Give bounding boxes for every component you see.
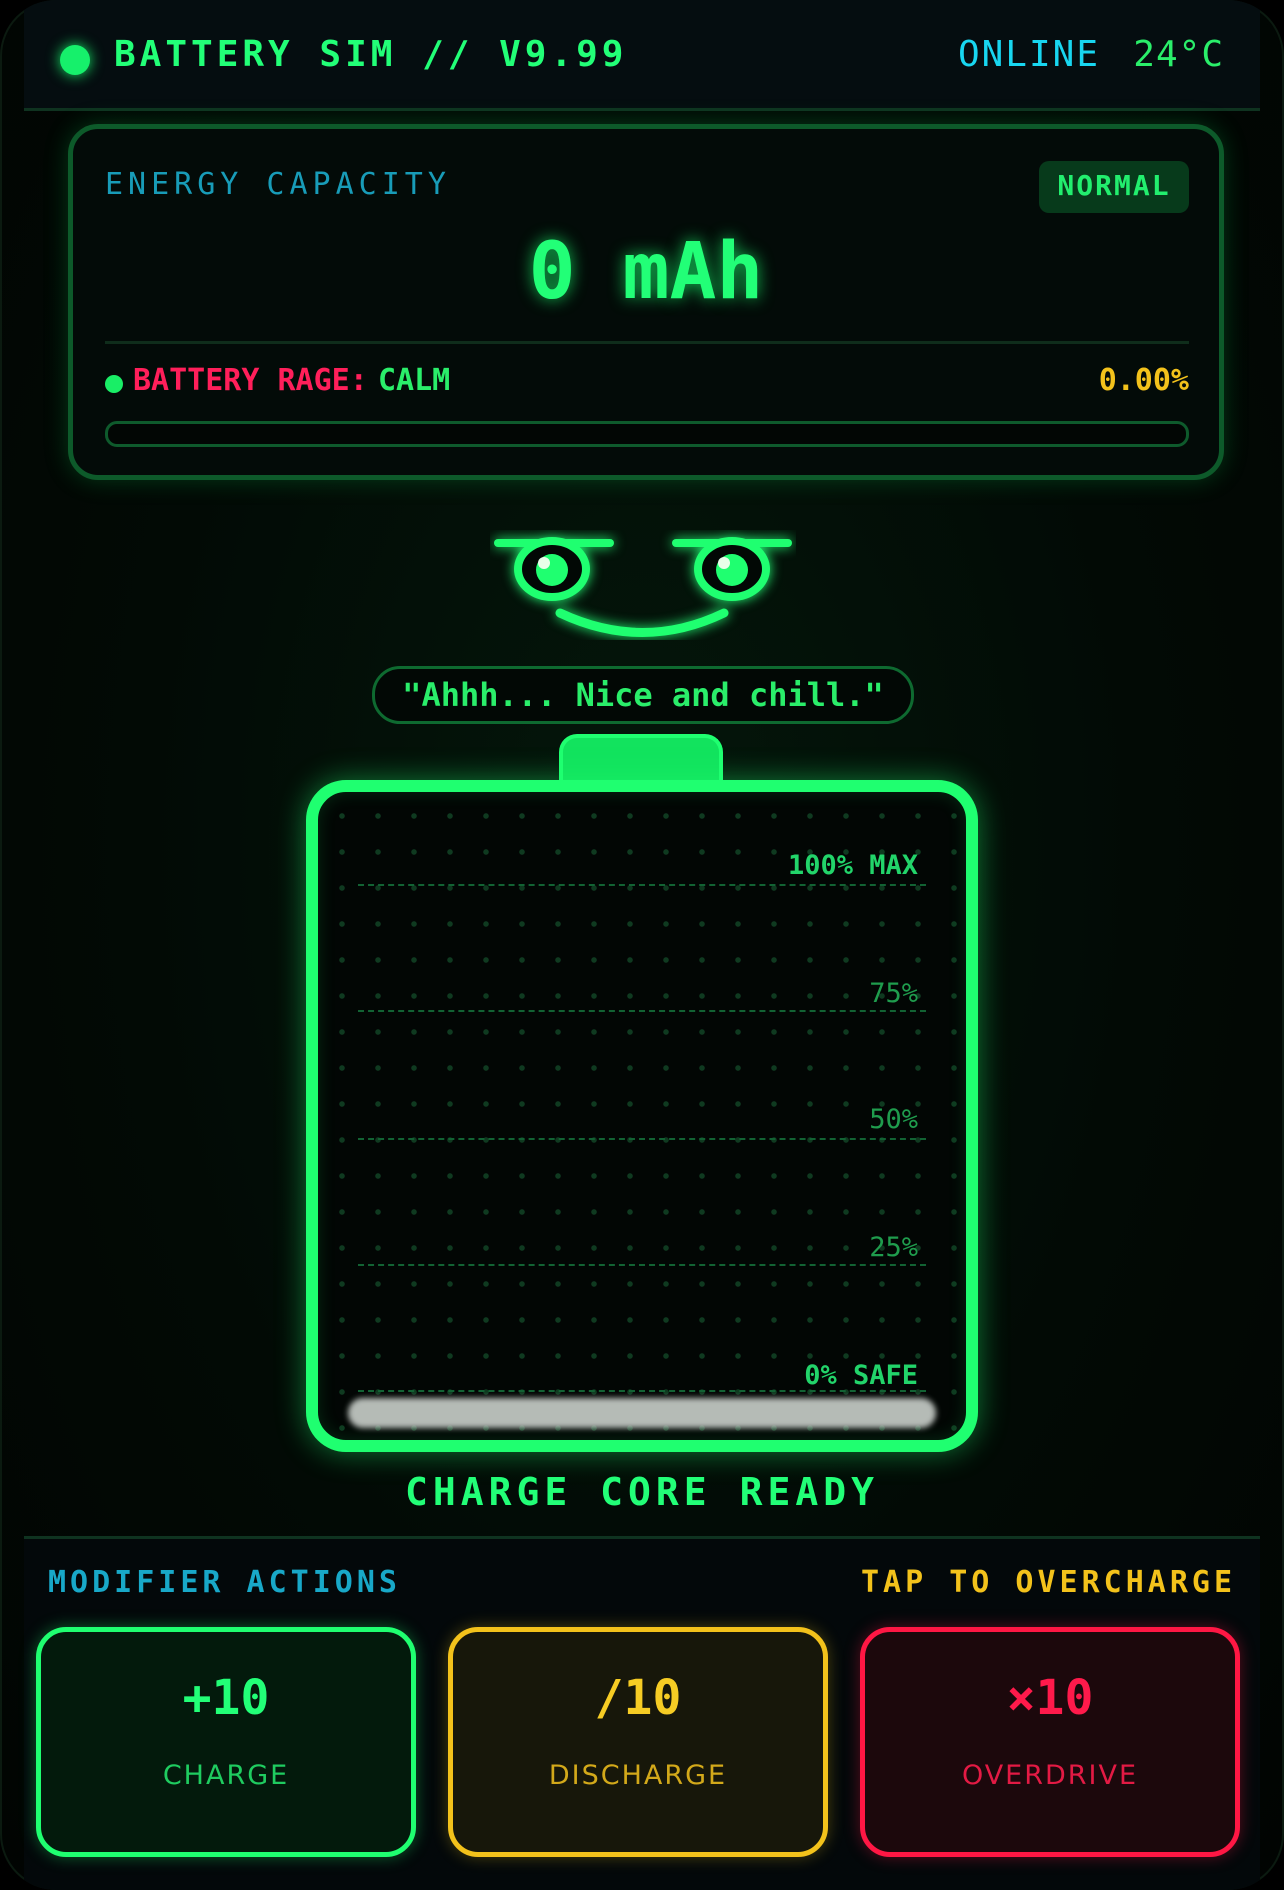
temperature-readout: 24°C bbox=[1133, 34, 1224, 75]
rage-percent: 0.00% bbox=[1098, 363, 1189, 398]
level-label-100: 100% MAX bbox=[787, 850, 918, 881]
energy-capacity-panel: ENERGY CAPACITY NORMAL 0 mAh BATTERY RAG… bbox=[68, 124, 1224, 480]
charge-button[interactable]: +10 CHARGE bbox=[36, 1627, 416, 1857]
level-label-0: 0% SAFE bbox=[804, 1360, 918, 1391]
status-bar: BATTERY SIM // V9.99 ONLINE 24°C bbox=[24, 0, 1260, 111]
level-label-50: 50% bbox=[869, 1104, 918, 1135]
level-label-75: 75% bbox=[869, 978, 918, 1009]
rage-label: BATTERY RAGE: bbox=[133, 363, 368, 398]
modifier-actions-label: MODIFIER ACTIONS bbox=[48, 1565, 401, 1600]
battery-mascot-face bbox=[494, 537, 792, 637]
app-title: BATTERY SIM // V9.99 bbox=[114, 34, 628, 75]
overdrive-button[interactable]: ×10 OVERDRIVE bbox=[860, 1627, 1240, 1857]
panel-divider bbox=[105, 341, 1189, 344]
overdrive-button-label: OVERDRIVE bbox=[961, 1760, 1139, 1791]
discharge-button[interactable]: /10 DISCHARGE bbox=[448, 1627, 828, 1857]
device-frame: BATTERY SIM // V9.99 ONLINE 24°C ENERGY … bbox=[0, 0, 1284, 1890]
level-line-75 bbox=[358, 1010, 926, 1012]
status-indicator-dot bbox=[60, 45, 90, 75]
level-label-25: 25% bbox=[869, 1232, 918, 1263]
charge-fill-level bbox=[348, 1398, 936, 1428]
discharge-button-label: DISCHARGE bbox=[548, 1760, 728, 1791]
mode-badge: NORMAL bbox=[1039, 161, 1189, 213]
discharge-button-value: /10 bbox=[594, 1670, 682, 1726]
tap-to-overcharge-label: TAP TO OVERCHARGE bbox=[860, 1565, 1236, 1600]
modifier-actions-panel: MODIFIER ACTIONS TAP TO OVERCHARGE +10 C… bbox=[24, 1536, 1260, 1890]
charge-button-label: CHARGE bbox=[162, 1760, 290, 1791]
level-line-50 bbox=[358, 1138, 926, 1140]
capacity-label: ENERGY CAPACITY bbox=[105, 167, 451, 202]
level-line-25 bbox=[358, 1264, 926, 1266]
charge-button-value: +10 bbox=[182, 1670, 270, 1726]
connection-status: ONLINE bbox=[957, 34, 1100, 75]
level-line-100 bbox=[358, 884, 926, 886]
rage-indicator-dot bbox=[105, 375, 123, 393]
overdrive-button-value: ×10 bbox=[1006, 1670, 1094, 1726]
left-eye-shine bbox=[538, 557, 550, 569]
smile-mouth bbox=[555, 608, 729, 637]
right-eye-shine bbox=[718, 557, 730, 569]
mascot-speech-bubble: "Ahhh... Nice and chill." bbox=[372, 666, 914, 724]
rage-progress-bar bbox=[105, 421, 1189, 447]
capacity-value: 0 mAh bbox=[528, 227, 764, 317]
rage-state: CALM bbox=[378, 363, 451, 398]
battery-cell: 100% MAX 75% 50% 25% 0% SAFE bbox=[306, 780, 978, 1452]
charge-core-status: CHARGE CORE READY bbox=[405, 1470, 879, 1514]
